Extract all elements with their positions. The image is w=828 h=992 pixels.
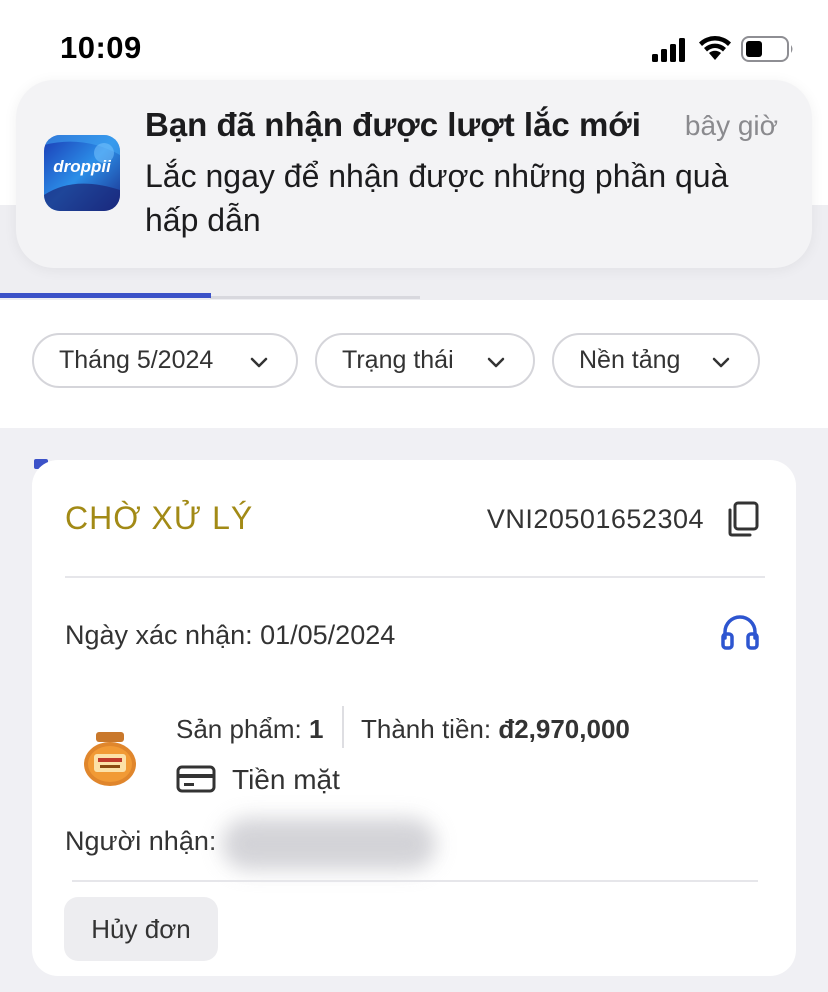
chevron-down-icon [487, 357, 505, 368]
recipient-name-redacted [222, 818, 436, 870]
product-count: Sản phẩm: 1 [176, 714, 323, 745]
notification-banner[interactable]: droppii Bạn đã nhận được lượt lắc mới bâ… [16, 80, 812, 268]
wifi-icon [699, 36, 731, 60]
order-total-value: đ2,970,000 [498, 714, 630, 744]
status-bar: 10:09 [0, 0, 828, 90]
order-card[interactable]: CHỜ XỬ LÝ VNI20501652304 Ngày xác nhận: … [32, 460, 796, 976]
filter-platform[interactable]: Nền tảng [552, 333, 760, 388]
payment-method: Tiền mặt [232, 764, 340, 795]
divider [72, 880, 758, 882]
confirm-date: Ngày xác nhận: 01/05/2024 [65, 620, 396, 650]
cellular-signal-icon [652, 38, 685, 62]
divider [342, 706, 344, 748]
order-total: Thành tiền: đ2,970,000 [361, 714, 630, 745]
divider [65, 576, 765, 578]
notification-time: bây giờ [684, 110, 778, 141]
filter-status[interactable]: Trạng thái [315, 333, 535, 388]
product-count-value: 1 [308, 714, 324, 744]
product-count-label: Sản phẩm: [176, 714, 309, 744]
recipient-label: Người nhận: [65, 826, 217, 856]
filter-month-label: Tháng 5/2024 [59, 346, 214, 374]
chevron-down-icon [712, 357, 730, 368]
payment-card-icon [176, 765, 216, 793]
status-time: 10:09 [60, 30, 142, 65]
headset-icon[interactable] [720, 612, 760, 652]
order-total-label: Thành tiền: [361, 714, 499, 744]
filter-month[interactable]: Tháng 5/2024 [32, 333, 298, 388]
app-icon-label: droppii [53, 157, 111, 176]
tab-underline-active [0, 293, 211, 298]
tab-underline-inactive [210, 296, 420, 299]
droppii-app-icon: droppii [44, 135, 120, 211]
battery-icon [741, 36, 793, 62]
product-image [84, 732, 136, 786]
order-status: CHỜ XỬ LÝ [65, 500, 254, 536]
copy-icon[interactable] [726, 500, 760, 538]
cancel-order-button[interactable]: Hủy đơn [64, 897, 218, 961]
order-id: VNI20501652304 [486, 504, 704, 534]
filter-status-label: Trạng thái [342, 346, 454, 374]
notification-title: Bạn đã nhận được lượt lắc mới [145, 106, 641, 143]
notification-body: Lắc ngay để nhận được những phần quà hấp… [145, 158, 729, 238]
chevron-down-icon [250, 357, 268, 368]
filter-platform-label: Nền tảng [579, 346, 681, 374]
